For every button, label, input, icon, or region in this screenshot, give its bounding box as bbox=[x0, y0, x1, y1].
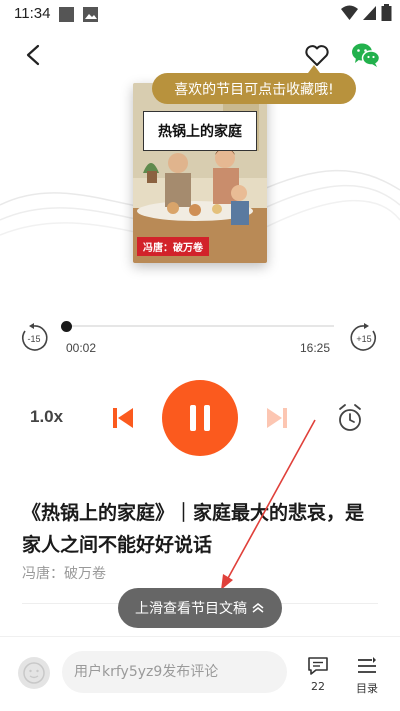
bottom-separator bbox=[0, 636, 400, 637]
tooltip-arrow bbox=[308, 65, 320, 73]
back-button[interactable] bbox=[18, 40, 48, 70]
status-time: 11:34 bbox=[14, 5, 51, 22]
current-time: 00:02 bbox=[66, 341, 97, 355]
image-notification-icon bbox=[83, 7, 98, 22]
forward-label: +15 bbox=[356, 334, 371, 344]
swipe-transcript-hint[interactable]: 上滑查看节目文稿 bbox=[118, 588, 282, 628]
progress-thumb[interactable] bbox=[61, 321, 72, 332]
cover-author-tag: 冯唐：破万卷 bbox=[137, 237, 209, 256]
progress-track[interactable] bbox=[66, 325, 334, 327]
list-menu-icon bbox=[358, 657, 376, 673]
favorite-tooltip: 喜欢的节目可点击收藏哦! bbox=[152, 73, 356, 104]
alarm-clock-icon bbox=[339, 404, 361, 431]
cover-title: 热锅上的家庭 bbox=[158, 124, 242, 140]
cover-illustration bbox=[133, 83, 267, 263]
comment-count: 22 bbox=[311, 680, 325, 693]
pause-button[interactable] bbox=[162, 380, 238, 456]
skip-previous-icon bbox=[113, 408, 133, 428]
rewind-label: -15 bbox=[27, 334, 40, 344]
swipe-hint-text: 上滑查看节目文稿 bbox=[135, 601, 247, 617]
wifi-icon bbox=[341, 5, 358, 20]
previous-button[interactable] bbox=[108, 402, 138, 434]
rewind-15-button[interactable]: -15 bbox=[18, 322, 50, 354]
back-arrow-icon bbox=[26, 44, 40, 66]
rewind-icon: -15 bbox=[22, 323, 48, 351]
next-button[interactable] bbox=[262, 402, 292, 434]
episode-title: 《热锅上的家庭》｜家庭最大的悲哀，是家人之间不能好好说话 bbox=[22, 502, 365, 556]
album-cover: 热锅上的家庭 冯唐：破万卷 bbox=[133, 83, 267, 263]
episode-author[interactable]: 冯唐：破万卷 bbox=[22, 563, 106, 583]
battery-icon bbox=[381, 4, 392, 21]
wechat-share-button[interactable] bbox=[350, 40, 382, 70]
status-bar: 11:34 bbox=[0, 0, 400, 30]
catalog-button[interactable]: 目录 bbox=[352, 656, 382, 696]
forward-15-button[interactable]: +15 bbox=[348, 322, 380, 354]
playback-speed-button[interactable]: 1.0x bbox=[30, 407, 63, 427]
cover-title-box: 热锅上的家庭 bbox=[143, 111, 257, 151]
tooltip-text: 喜欢的节目可点击收藏哦! bbox=[174, 81, 334, 98]
catalog-label: 目录 bbox=[356, 682, 378, 695]
skip-next-icon bbox=[267, 408, 287, 428]
total-time: 16:25 bbox=[300, 341, 331, 355]
user-avatar-icon bbox=[23, 662, 45, 684]
comments-button[interactable]: 22 bbox=[304, 656, 332, 693]
comment-input[interactable] bbox=[62, 651, 287, 693]
pause-icon bbox=[190, 405, 210, 431]
sleep-timer-button[interactable] bbox=[334, 400, 366, 436]
signal-icon bbox=[363, 6, 376, 20]
chevron-up-icon bbox=[252, 603, 264, 613]
notification-square-icon bbox=[59, 7, 74, 22]
forward-icon: +15 bbox=[350, 323, 376, 351]
wechat-icon bbox=[352, 43, 381, 67]
comment-icon bbox=[308, 657, 328, 675]
avatar[interactable] bbox=[18, 657, 50, 689]
heart-icon bbox=[305, 44, 329, 66]
